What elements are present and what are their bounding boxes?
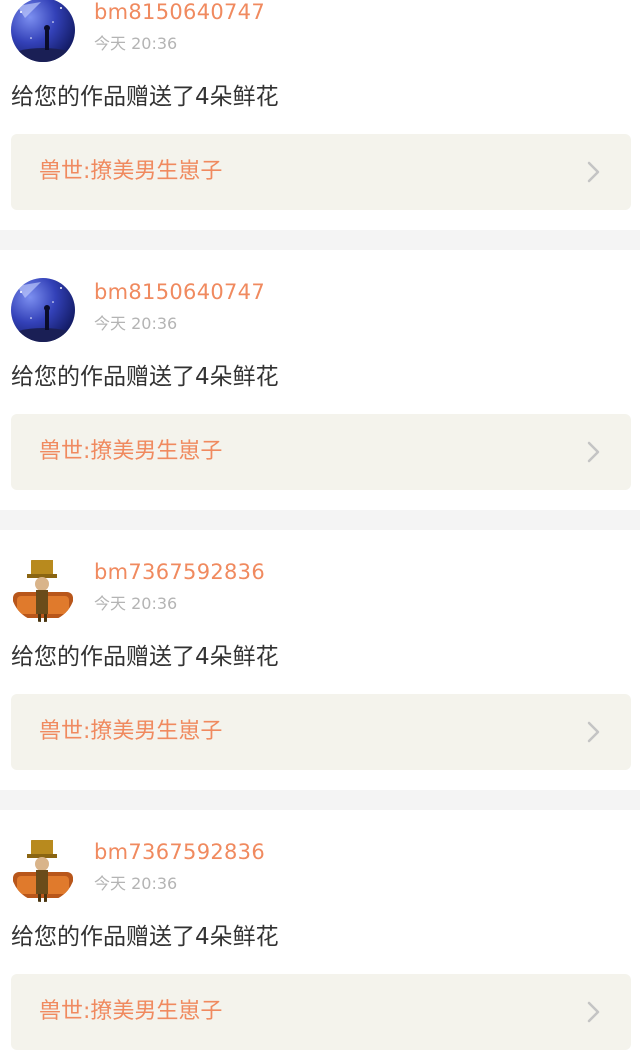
work-link-card[interactable]: 兽世:撩美男生崽子 <box>11 414 631 490</box>
user-avatar[interactable] <box>11 278 75 342</box>
notification-card: bm7367592836 今天 20:36 给您的作品赠送了4朵鲜花 兽世:撩美… <box>0 558 640 788</box>
chevron-right-icon <box>581 440 605 464</box>
chevron-right-icon <box>581 1000 605 1024</box>
gift-message: 给您的作品赠送了4朵鲜花 <box>11 644 279 670</box>
user-avatar[interactable] <box>11 558 75 622</box>
chevron-right-icon <box>581 160 605 184</box>
card-divider <box>0 510 640 530</box>
work-link-card[interactable]: 兽世:撩美男生崽子 <box>11 694 631 770</box>
notification-feed: bm8150640747 今天 20:36 给您的作品赠送了4朵鲜花 兽世:撩美… <box>0 0 640 1050</box>
gift-message: 给您的作品赠送了4朵鲜花 <box>11 84 279 110</box>
anime-starry-sky-icon <box>11 0 75 62</box>
username[interactable]: bm8150640747 <box>94 278 265 306</box>
notification-card: bm8150640747 今天 20:36 给您的作品赠送了4朵鲜花 兽世:撩美… <box>0 0 640 228</box>
notification-card: bm7367592836 今天 20:36 给您的作品赠送了4朵鲜花 兽世:撩美… <box>0 838 640 1050</box>
user-avatar[interactable] <box>11 838 75 902</box>
gift-message: 给您的作品赠送了4朵鲜花 <box>11 924 279 950</box>
work-title: 兽世:撩美男生崽子 <box>39 159 223 184</box>
username[interactable]: bm8150640747 <box>94 0 265 26</box>
work-title: 兽世:撩美男生崽子 <box>39 719 223 744</box>
chevron-right-icon <box>581 720 605 744</box>
anime-starry-sky-icon <box>11 278 75 342</box>
notification-card: bm8150640747 今天 20:36 给您的作品赠送了4朵鲜花 兽世:撩美… <box>0 278 640 508</box>
steampunk-character-icon <box>11 838 75 902</box>
timestamp: 今天 20:36 <box>94 314 178 333</box>
steampunk-character-icon <box>11 558 75 622</box>
work-title: 兽世:撩美男生崽子 <box>39 439 223 464</box>
gift-message: 给您的作品赠送了4朵鲜花 <box>11 364 279 390</box>
work-link-card[interactable]: 兽世:撩美男生崽子 <box>11 974 631 1050</box>
username[interactable]: bm7367592836 <box>94 838 265 866</box>
timestamp: 今天 20:36 <box>94 594 178 613</box>
card-divider <box>0 790 640 810</box>
card-divider <box>0 230 640 250</box>
timestamp: 今天 20:36 <box>94 34 178 53</box>
username[interactable]: bm7367592836 <box>94 558 265 586</box>
work-link-card[interactable]: 兽世:撩美男生崽子 <box>11 134 631 210</box>
user-avatar[interactable] <box>11 0 75 62</box>
timestamp: 今天 20:36 <box>94 874 178 893</box>
work-title: 兽世:撩美男生崽子 <box>39 999 223 1024</box>
